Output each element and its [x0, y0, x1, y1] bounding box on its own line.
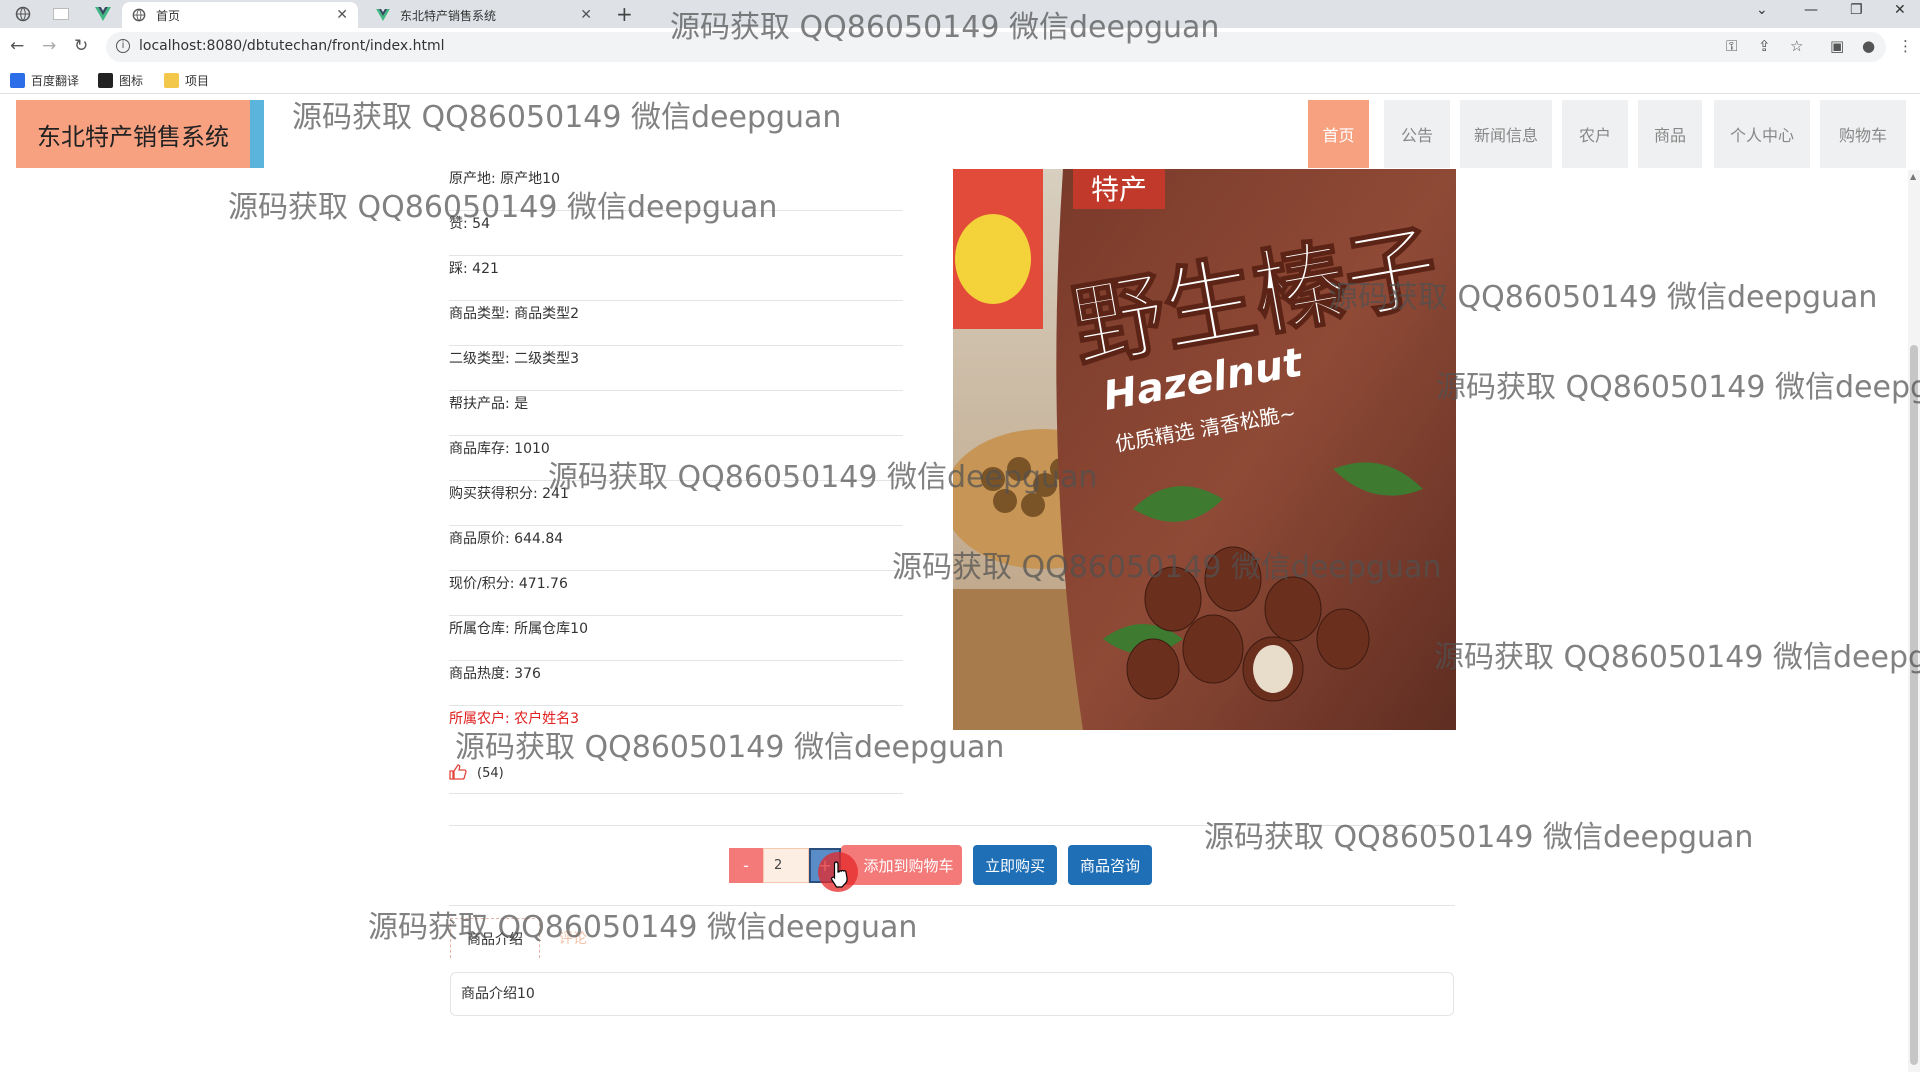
url-text: localhost:8080/dbtutechan/front/index.ht… [139, 38, 445, 54]
side-panel-icon[interactable]: ▣ [1830, 37, 1844, 55]
watermark: 源码获取 QQ86050149 微信deepguan [1436, 370, 1920, 405]
bookmark-label: 百度翻译 [31, 74, 80, 88]
quantity-input[interactable]: 2 [763, 848, 809, 883]
minimize-button[interactable]: — [1804, 2, 1818, 18]
pinned-tab-vue-icon[interactable] [90, 4, 116, 24]
icon-library-icon [98, 73, 113, 88]
key-icon[interactable]: ⚿ [1726, 37, 1737, 55]
detail-assistance: 帮扶产品: 是 [449, 391, 903, 436]
detail-points-earned: 购买获得积分: 241 [449, 481, 903, 526]
bookmark-projects[interactable]: 项目 [164, 72, 209, 89]
restore-button[interactable]: ❐ [1850, 2, 1863, 18]
buy-now-button[interactable]: 立即购买 [973, 845, 1057, 885]
tab-title: 首页 [156, 8, 181, 23]
profile-icon[interactable]: ● [1862, 37, 1875, 55]
close-window-button[interactable]: ✕ [1894, 2, 1906, 18]
detail-popularity: 商品热度: 376 [449, 661, 903, 706]
section-divider [449, 825, 1455, 826]
detail-warehouse: 所属仓库: 所属仓库10 [449, 616, 903, 661]
like-count: (54) [477, 766, 504, 781]
pinned-tab-globe-icon[interactable] [10, 4, 36, 24]
tab-product-intro[interactable]: 商品介绍 [450, 918, 540, 958]
folder-icon [164, 73, 179, 88]
tab-search-icon[interactable]: ⌄ [1756, 2, 1768, 18]
consult-button[interactable]: 商品咨询 [1068, 845, 1152, 885]
menu-icon[interactable]: ⋮ [1898, 37, 1913, 55]
detail-product-type: 商品类型: 商品类型2 [449, 301, 903, 346]
new-tab-button[interactable]: + [616, 2, 633, 26]
watermark: 源码获取 QQ86050149 微信deepguan [1434, 640, 1920, 675]
product-image: 特产 野生榛子 Hazelnut 优质精选 清香松脆~ [953, 169, 1456, 730]
scroll-up-icon[interactable]: ▲ [1910, 172, 1916, 181]
bookmark-icons[interactable]: 图标 [98, 72, 143, 89]
product-intro-content: 商品介绍10 [450, 972, 1454, 1016]
detail-dislikes: 踩: 421 [449, 256, 903, 301]
detail-farmer[interactable]: 所属农户: 农户姓名3 [449, 706, 903, 751]
bookmark-baidu-translate[interactable]: 百度翻译 [10, 72, 79, 89]
nav-personal-center[interactable]: 个人中心 [1714, 100, 1810, 168]
close-tab-icon[interactable]: ✕ [336, 7, 348, 23]
bookmark-label: 项目 [185, 74, 210, 88]
bookmark-label: 图标 [119, 74, 144, 88]
watermark: 源码获取 QQ86050149 微信deepguan [1204, 820, 1754, 855]
back-icon[interactable]: ← [10, 36, 24, 56]
page-scrollbar-thumb[interactable] [1910, 345, 1918, 1065]
quantity-decrease-button[interactable]: - [729, 848, 763, 883]
url-field[interactable]: i localhost:8080/dbtutechan/front/index.… [106, 32, 1886, 62]
close-tab-icon[interactable]: ✕ [580, 7, 592, 23]
bookmark-star-icon[interactable]: ☆ [1790, 37, 1803, 55]
reload-icon[interactable]: ↻ [74, 36, 88, 56]
nav-shopping-cart[interactable]: 购物车 [1820, 100, 1906, 168]
browser-tab-bar: 首页 ✕ 东北特产销售系统 ✕ + ⌄ — ❐ ✕ [0, 0, 1920, 28]
share-icon[interactable]: ⇪ [1758, 37, 1771, 55]
nav-notices[interactable]: 公告 [1384, 100, 1450, 168]
detail-original-price: 商品原价: 644.84 [449, 526, 903, 571]
detail-origin: 原产地: 原产地10 [449, 166, 903, 211]
detail-sub-type: 二级类型: 二级类型3 [449, 346, 903, 391]
detail-current-price: 现价/积分: 471.76 [449, 571, 903, 616]
translate-icon [10, 73, 25, 88]
watermark: 源码获取 QQ86050149 微信deepguan [292, 100, 842, 135]
tab-shop-system[interactable]: 东北特产销售系统 ✕ [366, 2, 602, 28]
add-to-cart-label: 添加到购物车 [863, 856, 954, 875]
detail-likes: 赞: 54 [449, 211, 903, 256]
site-info-icon[interactable]: i [116, 39, 130, 53]
add-to-cart-button[interactable]: 添加到购物车 [841, 845, 962, 885]
nav-news[interactable]: 新闻信息 [1460, 100, 1552, 168]
tab-home[interactable]: 首页 ✕ [122, 2, 358, 28]
forward-icon[interactable]: → [42, 36, 56, 56]
hand-cursor-icon [831, 861, 848, 888]
nav-home[interactable]: 首页 [1308, 100, 1369, 168]
vue-icon [376, 8, 390, 22]
tab-comments[interactable]: 评论 [559, 928, 587, 948]
nav-farmers[interactable]: 农户 [1562, 100, 1628, 168]
detail-stock: 商品库存: 1010 [449, 436, 903, 481]
tabs-divider [449, 905, 1455, 906]
globe-icon [132, 8, 146, 22]
bookmarks-bar: 百度翻译 图标 项目 [0, 66, 1920, 94]
like-row: (54) [449, 754, 903, 794]
bag-badge: 特产 [1091, 173, 1147, 206]
nav-products[interactable]: 商品 [1638, 100, 1702, 168]
pinned-tab-page-icon[interactable] [48, 4, 74, 24]
site-logo[interactable]: 东北特产销售系统 [16, 100, 264, 168]
tab-title: 东北特产销售系统 [400, 8, 497, 23]
browser-address-bar: ← → ↻ i localhost:8080/dbtutechan/front/… [0, 28, 1920, 66]
thumbs-up-icon[interactable] [449, 763, 467, 784]
